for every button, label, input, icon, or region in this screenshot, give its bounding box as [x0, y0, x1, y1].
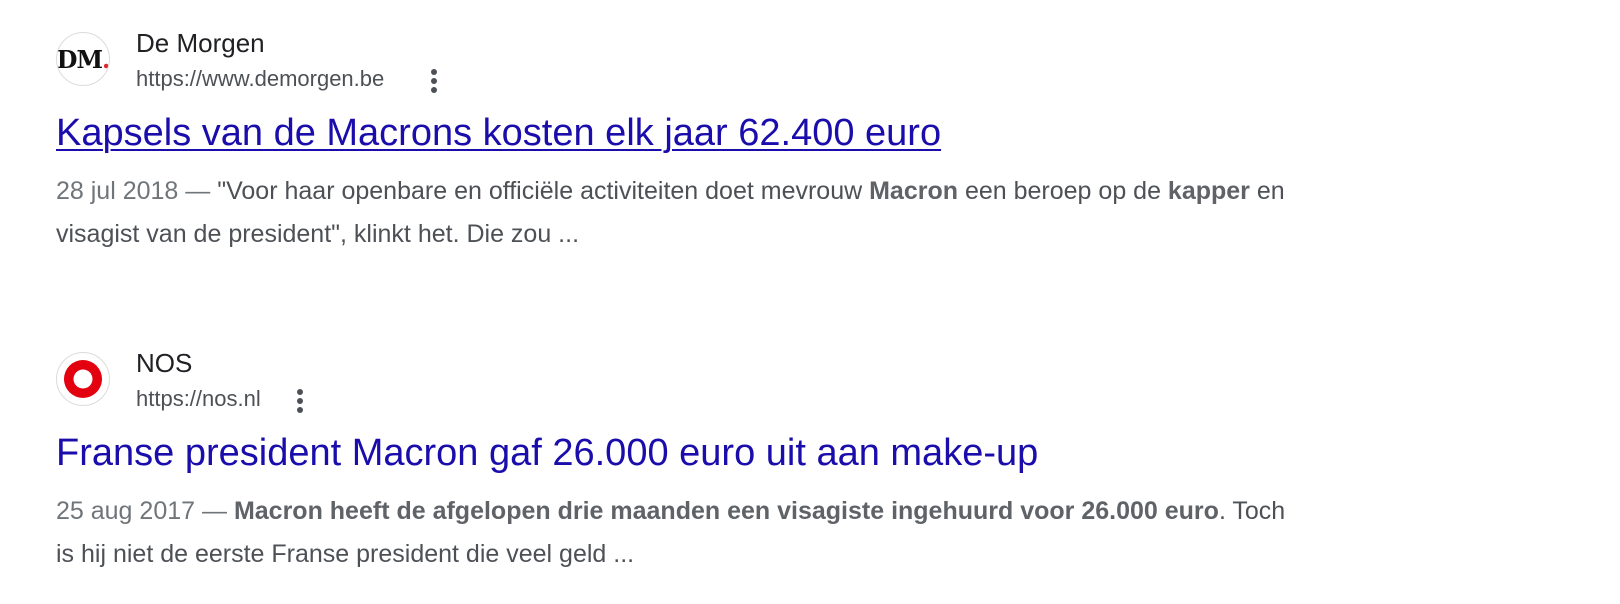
date-separator: — — [195, 497, 234, 525]
site-name: De Morgen — [136, 28, 265, 58]
snippet-text: een beroep op de — [958, 177, 1168, 205]
result-date: 25 aug 2017 — [56, 497, 196, 525]
site-name: NOS — [136, 348, 193, 378]
result-date: 28 jul 2018 — [56, 177, 179, 205]
date-separator: — — [178, 177, 218, 205]
demorgen-favicon-icon: DM. — [56, 32, 110, 86]
result-snippet: 28 jul 2018 — "Voor haar openbare en off… — [56, 170, 1306, 256]
site-header[interactable]: NOS https://nos.nl — [56, 346, 1356, 418]
site-url: https://www.demorgen.be — [136, 66, 385, 91]
site-header[interactable]: DM. De Morgen https://www.demorgen.be — [56, 26, 1356, 98]
snippet-highlight: Macron — [869, 177, 959, 205]
search-result: NOS https://nos.nl Franse president Macr… — [56, 346, 1356, 576]
result-title-link[interactable]: Franse president Macron gaf 26.000 euro … — [56, 430, 1356, 476]
snippet-highlight: Macron heeft de afgelopen drie maanden e… — [233, 497, 1219, 525]
site-url: https://nos.nl — [136, 386, 261, 411]
result-title-link[interactable]: Kapsels van de Macrons kosten elk jaar 6… — [56, 110, 1356, 156]
snippet-text: "Voor haar openbare en officiële activit… — [217, 177, 870, 205]
favicon-dot: . — [102, 44, 110, 74]
more-options-icon[interactable] — [424, 66, 444, 96]
result-snippet: 25 aug 2017 — Macron heeft de afgelopen … — [56, 490, 1306, 576]
nos-ring-icon — [56, 352, 110, 406]
more-options-icon[interactable] — [290, 386, 310, 416]
favicon-text: DM — [56, 44, 103, 74]
search-result: DM. De Morgen https://www.demorgen.be Ka… — [56, 26, 1356, 256]
snippet-highlight: kapper — [1167, 177, 1250, 205]
